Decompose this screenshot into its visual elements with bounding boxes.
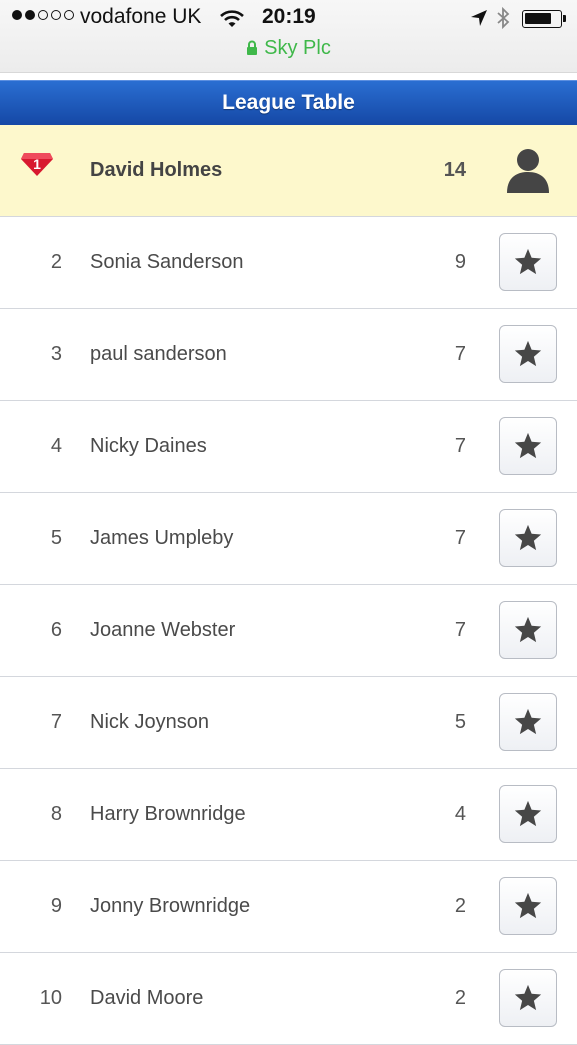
star-icon xyxy=(513,523,543,553)
battery-icon xyxy=(522,10,566,28)
player-rank: 2 xyxy=(50,251,62,273)
player-name: David Moore xyxy=(90,987,204,1009)
location-arrow-icon xyxy=(470,9,488,32)
favorite-button[interactable] xyxy=(499,417,557,475)
player-points: 7 xyxy=(454,343,466,365)
table-row[interactable]: 8 Harry Brownridge 4 xyxy=(0,769,577,861)
bluetooth-icon xyxy=(496,6,510,35)
favorite-button[interactable] xyxy=(499,877,557,935)
site-name: Sky Plc xyxy=(264,37,331,59)
table-row[interactable]: 2 Sonia Sanderson 9 xyxy=(0,217,577,309)
player-points: 14 xyxy=(443,159,466,181)
star-icon xyxy=(513,339,543,369)
player-name: Nick Joynson xyxy=(90,711,209,733)
table-row[interactable]: 3 paul sanderson 7 xyxy=(0,309,577,401)
lock-icon xyxy=(246,38,258,61)
player-name: paul sanderson xyxy=(90,343,227,365)
player-rank: 7 xyxy=(50,711,62,733)
league-table: 1 David Holmes 14 2 Sonia Sanderson 9 3 paul… xyxy=(0,125,577,1045)
player-name: Joanne Webster xyxy=(90,619,236,641)
star-icon xyxy=(513,707,543,737)
player-rank: 6 xyxy=(50,619,62,641)
player-rank: 10 xyxy=(39,987,62,1009)
player-name: Sonia Sanderson xyxy=(90,251,244,273)
star-icon xyxy=(513,247,543,277)
clock-time: 20:19 xyxy=(262,5,316,28)
star-icon xyxy=(513,799,543,829)
status-bar: vodafone UK 20:19 Sky Plc xyxy=(0,0,577,73)
user-icon xyxy=(505,147,551,198)
player-name: Jonny Brownridge xyxy=(90,895,251,917)
favorite-button[interactable] xyxy=(499,509,557,567)
player-rank: 9 xyxy=(50,895,62,917)
favorite-button[interactable] xyxy=(499,233,557,291)
player-rank: 5 xyxy=(50,527,62,549)
player-rank: 8 xyxy=(50,803,62,825)
player-points: 2 xyxy=(454,895,466,917)
first-place-medal-icon: 1 xyxy=(20,150,54,183)
favorite-button[interactable] xyxy=(499,969,557,1027)
star-icon xyxy=(513,431,543,461)
wifi-icon xyxy=(220,9,244,34)
table-row[interactable]: 9 Jonny Brownridge 2 xyxy=(0,861,577,953)
star-icon xyxy=(513,983,543,1013)
carrier-name: vodafone UK xyxy=(80,5,202,28)
player-points: 5 xyxy=(454,711,466,733)
player-points: 9 xyxy=(454,251,466,273)
favorite-button[interactable] xyxy=(499,601,557,659)
player-points: 7 xyxy=(454,435,466,457)
table-row[interactable]: 4 Nicky Daines 7 xyxy=(0,401,577,493)
table-row[interactable]: 5 James Umpleby 7 xyxy=(0,493,577,585)
player-points: 7 xyxy=(454,619,466,641)
page-title: League Table xyxy=(0,80,577,125)
player-name: Nicky Daines xyxy=(90,435,207,457)
table-row[interactable]: 7 Nick Joynson 5 xyxy=(0,677,577,769)
player-points: 4 xyxy=(454,803,466,825)
table-row[interactable]: 6 Joanne Webster 7 xyxy=(0,585,577,677)
player-points: 2 xyxy=(454,987,466,1009)
star-icon xyxy=(513,615,543,645)
svg-text:1: 1 xyxy=(33,156,41,172)
player-rank: 3 xyxy=(50,343,62,365)
player-name: James Umpleby xyxy=(90,527,234,549)
table-row[interactable]: 10 David Moore 2 xyxy=(0,953,577,1045)
signal-strength-icon xyxy=(12,10,74,20)
leader-row[interactable]: 1 David Holmes 14 xyxy=(0,125,577,217)
favorite-button[interactable] xyxy=(499,693,557,751)
favorite-button[interactable] xyxy=(499,325,557,383)
site-address[interactable]: Sky Plc xyxy=(0,37,577,61)
player-name: Harry Brownridge xyxy=(90,803,246,825)
player-name: David Holmes xyxy=(90,159,223,181)
favorite-button[interactable] xyxy=(499,785,557,843)
star-icon xyxy=(513,891,543,921)
player-rank: 4 xyxy=(50,435,62,457)
player-points: 7 xyxy=(454,527,466,549)
